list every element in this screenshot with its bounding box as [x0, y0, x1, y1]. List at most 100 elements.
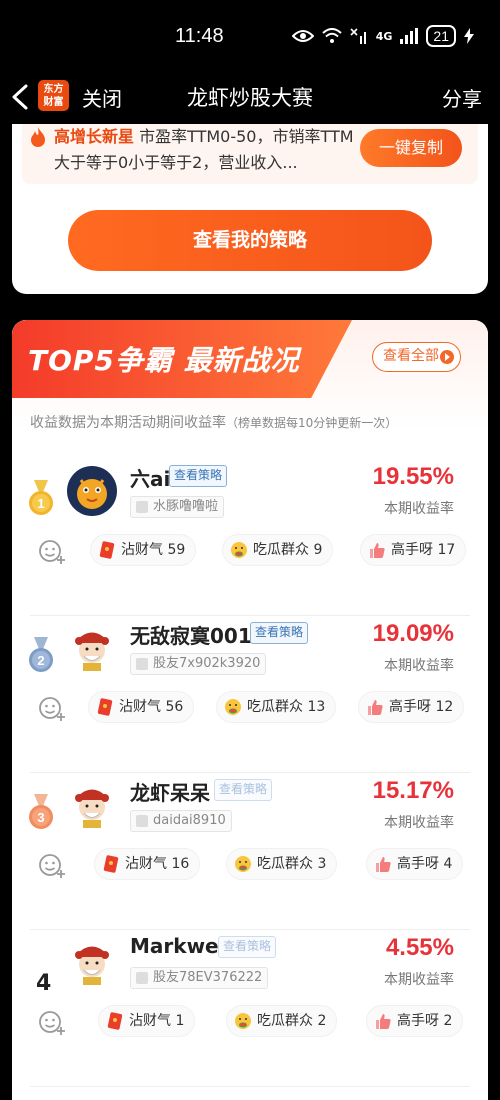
status-icons: 4G 21 — [291, 25, 474, 47]
row-divider — [30, 615, 470, 616]
reaction-fortune[interactable]: 沾财气 1 — [98, 1005, 196, 1037]
reaction-row: 沾财气 1 吃瓜群众 2 高手呀 2 — [12, 1003, 488, 1039]
return-rate-label: 本期收益率 — [384, 658, 454, 674]
avatar-image — [77, 479, 107, 509]
charging-icon — [464, 28, 474, 44]
red-envelope-icon — [107, 1012, 123, 1030]
fortune-god-avatar — [75, 632, 109, 671]
user-icon — [136, 815, 148, 827]
page-title: 龙虾炒股大赛 — [187, 86, 313, 110]
thumbs-up-icon — [370, 543, 385, 558]
reaction-fortune[interactable]: 沾财气 59 — [90, 534, 197, 566]
reaction-row: 沾财气 56 吃瓜群众 13 高手呀 12 — [12, 689, 488, 725]
view-all-label: 查看全部 — [383, 348, 439, 364]
ranking-title: TOP5争霸 最新战况 — [28, 344, 300, 377]
avatar[interactable] — [67, 937, 117, 987]
red-envelope-icon — [99, 541, 115, 559]
player-name: 六ai — [130, 467, 171, 491]
melon-face-icon — [231, 542, 247, 558]
reaction-expert[interactable]: 高手呀 4 — [366, 848, 464, 880]
reaction-row: 沾财气 59 吃瓜群众 9 高手呀 17 — [12, 532, 488, 568]
add-reaction-icon[interactable] — [38, 695, 66, 721]
return-rate-label: 本期收益率 — [384, 815, 454, 831]
thumbs-up-icon — [368, 700, 383, 715]
copy-strategy-button[interactable]: 一键复制 — [360, 129, 462, 167]
add-reaction-icon[interactable] — [38, 852, 66, 878]
row-divider — [30, 929, 470, 930]
arrow-right-icon — [440, 350, 454, 364]
top5-ranking-card: TOP5争霸 最新战况 查看全部 收益数据为本期活动期间收益率（榜单数据每10分… — [12, 320, 488, 1100]
row-divider — [30, 772, 470, 773]
player-name: 无敌寂寞001 — [130, 624, 252, 648]
return-rate: 19.55% — [372, 463, 454, 490]
battery-level: 21 — [426, 25, 456, 47]
view-strategy-tag[interactable]: 查看策略 — [214, 779, 273, 801]
melon-face-icon — [235, 856, 251, 872]
reaction-expert[interactable]: 高手呀 12 — [358, 691, 465, 723]
reaction-onlooker[interactable]: 吃瓜群众 9 — [222, 534, 334, 566]
user-icon — [136, 658, 148, 670]
signal-x-icon — [350, 28, 366, 44]
add-reaction-icon[interactable] — [38, 1009, 66, 1035]
status-bar: 11:48 4G 21 — [0, 0, 500, 70]
return-rate-label: 本期收益率 — [384, 501, 454, 517]
reaction-onlooker[interactable]: 吃瓜群众 2 — [226, 1005, 338, 1037]
return-rate-label: 本期收益率 — [384, 972, 454, 988]
view-strategy-tag[interactable]: 查看策略 — [250, 622, 309, 644]
reaction-expert[interactable]: 高手呀 17 — [360, 534, 467, 566]
my-strategy-card: 高增长新星 市盈率TTM0-50，市销率TTM大于等于0小于等于2，营业收入..… — [12, 124, 488, 294]
return-rate: 15.17% — [372, 777, 454, 804]
strategy-description: 高增长新星 市盈率TTM0-50，市销率TTM大于等于0小于等于2，营业收入..… — [54, 124, 354, 176]
melon-face-icon — [235, 1013, 251, 1029]
ranking-row[interactable]: 2 无敌寂寞001 查看策略 股友7x902k3920 19.09% 本期收益率… — [12, 617, 488, 773]
reaction-fortune[interactable]: 沾财气 16 — [94, 848, 201, 880]
add-reaction-icon[interactable] — [38, 538, 66, 564]
fortune-god-avatar — [75, 946, 109, 985]
reaction-onlooker[interactable]: 吃瓜群众 13 — [216, 691, 337, 723]
view-strategy-tag[interactable]: 查看策略 — [218, 936, 277, 958]
avatar[interactable] — [67, 466, 117, 516]
user-id: 股友7x902k3920 — [130, 653, 267, 675]
svg-text:2: 2 — [37, 653, 44, 668]
strategy-summary: 高增长新星 市盈率TTM0-50，市销率TTM大于等于0小于等于2，营业收入..… — [22, 124, 478, 184]
reaction-onlooker[interactable]: 吃瓜群众 3 — [226, 848, 338, 880]
return-rate: 19.09% — [372, 620, 454, 647]
rank-number: 4 — [36, 971, 52, 996]
svg-text:3: 3 — [37, 810, 44, 825]
strategy-tag: 高增长新星 — [54, 127, 135, 146]
app-logo: 东方 财富 — [38, 80, 69, 111]
network-type: 4G — [375, 29, 393, 43]
red-envelope-icon — [103, 855, 119, 873]
ranking-row[interactable]: 4 Markwer 查看策略 股友78EV376222 4.55% 本期收益率 … — [12, 931, 488, 1087]
avatar[interactable] — [67, 780, 117, 830]
view-all-button[interactable]: 查看全部 — [372, 342, 461, 372]
user-id: 水豚噜噜啦 — [130, 496, 225, 518]
close-button[interactable]: 关闭 — [82, 83, 122, 112]
fortune-god-avatar — [75, 789, 109, 828]
user-icon — [136, 501, 148, 513]
user-id: daidai8910 — [130, 810, 232, 832]
user-id: 股友78EV376222 — [130, 967, 269, 989]
wifi-icon — [322, 28, 342, 43]
reaction-expert[interactable]: 高手呀 2 — [366, 1005, 464, 1037]
back-arrow-icon[interactable] — [8, 78, 34, 116]
view-my-strategy-button[interactable]: 查看我的策略 — [68, 210, 432, 271]
reaction-fortune[interactable]: 沾财气 56 — [88, 691, 195, 723]
nav-bar: 东方 财富 关闭 龙虾炒股大赛 分享 — [0, 70, 500, 124]
ranking-row[interactable]: 1 六ai 查看策略 水豚噜噜啦 19.55% 本期收益率 沾财气 59 吃瓜群… — [12, 460, 488, 616]
thumbs-up-icon — [376, 857, 391, 872]
row-divider — [30, 1086, 470, 1087]
melon-face-icon — [225, 699, 241, 715]
thumbs-up-icon — [376, 1014, 391, 1029]
bronze-medal-icon: 3 — [29, 794, 53, 829]
silver-medal-icon: 2 — [29, 637, 53, 672]
gold-medal-icon: 1 — [29, 480, 53, 515]
signal-icon — [400, 28, 419, 44]
share-button[interactable]: 分享 — [442, 83, 482, 112]
status-time: 11:48 — [175, 25, 224, 47]
avatar[interactable] — [67, 623, 117, 673]
svg-text:1: 1 — [37, 496, 44, 511]
red-envelope-icon — [97, 698, 113, 716]
ranking-row[interactable]: 3 龙虾呆呆 查看策略 daidai8910 15.17% 本期收益率 沾财气 … — [12, 774, 488, 930]
view-strategy-tag[interactable]: 查看策略 — [169, 465, 228, 487]
